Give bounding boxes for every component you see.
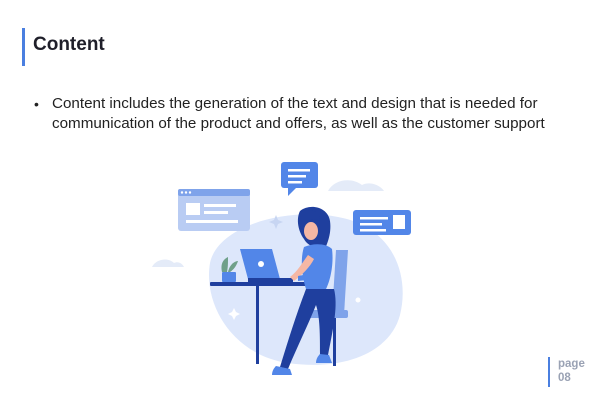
page-word: page <box>558 358 585 370</box>
page-number-value: 08 <box>558 372 571 384</box>
bullet-item: • Content includes the generation of the… <box>34 94 574 134</box>
browser-window-card <box>178 189 250 231</box>
title-accent-bar <box>22 28 25 66</box>
bullet-text: Content includes the generation of the t… <box>52 95 545 132</box>
message-card-icon <box>353 210 411 235</box>
cloud-left <box>152 259 184 267</box>
bullet-marker: • <box>34 96 39 112</box>
slide-title: Content <box>33 34 105 55</box>
page-number: page 08 <box>558 357 585 385</box>
page-number-accent-bar <box>548 357 550 387</box>
chat-bubble-icon <box>281 162 318 196</box>
sparkle-dot <box>355 297 361 303</box>
woman-at-laptop-illustration <box>152 162 411 375</box>
cloud-right <box>328 180 384 191</box>
